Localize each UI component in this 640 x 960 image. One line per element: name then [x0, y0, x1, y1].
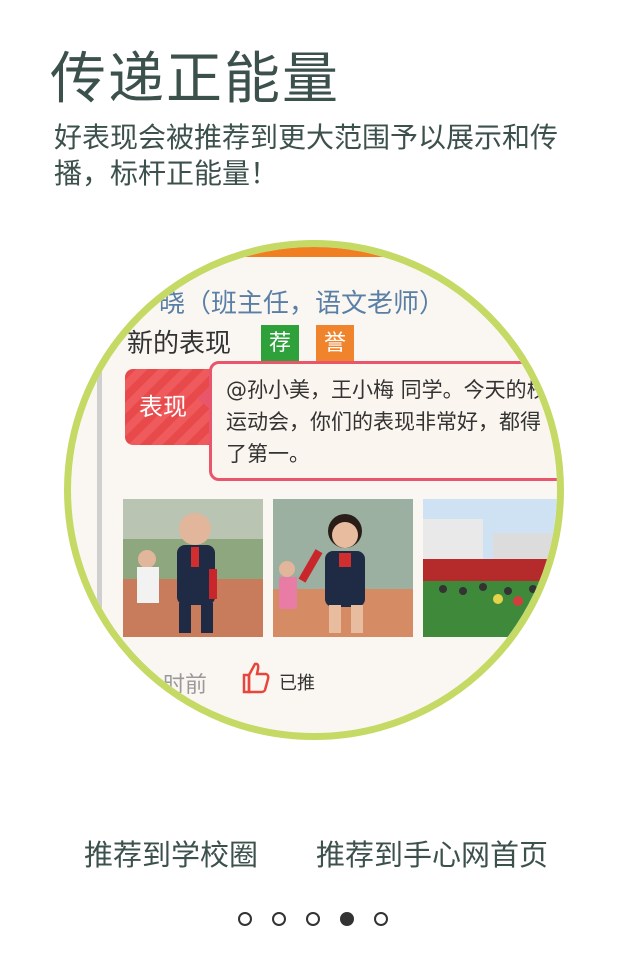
post-photo-1[interactable] — [123, 499, 263, 637]
page-indicator — [238, 912, 388, 926]
page-dot-5[interactable] — [374, 912, 388, 926]
photo-field-icon — [423, 499, 557, 637]
photo-girl-icon — [273, 499, 413, 637]
recommend-school-link[interactable]: 推荐到学校圈 — [84, 832, 258, 874]
page-dot-2[interactable] — [272, 912, 286, 926]
pushed-status: 已推 — [279, 673, 315, 694]
timeline-line — [97, 367, 102, 637]
post-message: @孙小美，王小梅 同学。今天的校运动会，你们的表现非常好，都得了第一。 — [197, 361, 557, 481]
post-message-text: @孙小美，王小梅 同学。今天的校运动会，你们的表现非常好，都得了第一。 — [226, 378, 548, 466]
comment-icon[interactable] — [481, 661, 521, 693]
bubble-arrow — [197, 386, 211, 410]
recommend-homepage-link[interactable]: 推荐到手心网首页 — [316, 832, 548, 874]
post-time: 小时前 — [141, 673, 208, 698]
post-photo-2[interactable] — [273, 499, 413, 637]
page-headline: 传递正能量 — [50, 47, 340, 112]
post-photo-3[interactable] — [423, 499, 557, 637]
post-title: 新的表现 — [127, 329, 232, 359]
honor-badge: 誉 — [316, 325, 354, 363]
preview-circle: 晓（班主任，语文老师） 新的表现 荐 誉 表现 @孙小美，王小梅 同学。今天的校… — [64, 240, 564, 740]
preview-top-bar — [71, 247, 557, 257]
page-subline: 好表现会被推荐到更大范围予以展示和传播，标杆正能量！ — [54, 121, 559, 190]
recommend-badge: 荐 — [261, 325, 299, 363]
page-dot-1[interactable] — [238, 912, 252, 926]
page-dot-4[interactable] — [340, 912, 354, 926]
post-author: 晓（班主任，语文老师） — [159, 289, 446, 319]
page-dot-3[interactable] — [306, 912, 320, 926]
photo-boy-icon — [123, 499, 263, 637]
thumb-up-icon[interactable] — [241, 661, 271, 695]
